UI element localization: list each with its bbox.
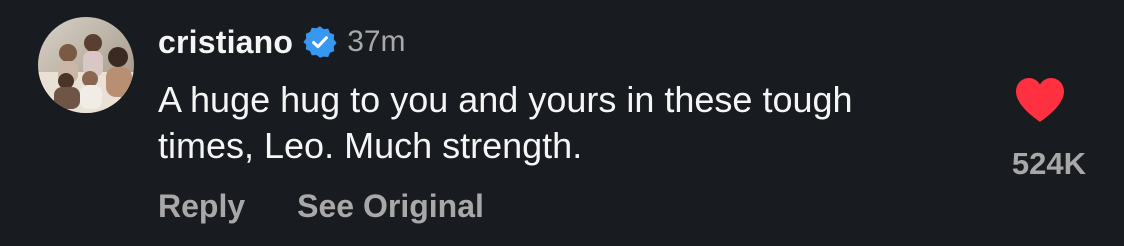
comment-text: A huge hug to you and yours in these tou… (158, 79, 853, 166)
username[interactable]: cristiano (158, 24, 293, 61)
timestamp: 37m (347, 25, 406, 58)
comment-item: cristiano 37m A huge hug to you and your… (0, 0, 1124, 246)
heart-filled-icon (1016, 78, 1064, 122)
like-count: 524K (1011, 146, 1086, 181)
see-original-button[interactable]: See Original (297, 188, 484, 225)
avatar[interactable] (38, 17, 134, 113)
comment-header: cristiano 37m (158, 20, 406, 64)
comment-actions: Reply See Original (158, 188, 484, 225)
profile-photo-icon (38, 17, 134, 113)
reply-button[interactable]: Reply (158, 188, 245, 225)
verified-badge-icon (303, 25, 337, 59)
like-button[interactable] (1014, 76, 1066, 124)
